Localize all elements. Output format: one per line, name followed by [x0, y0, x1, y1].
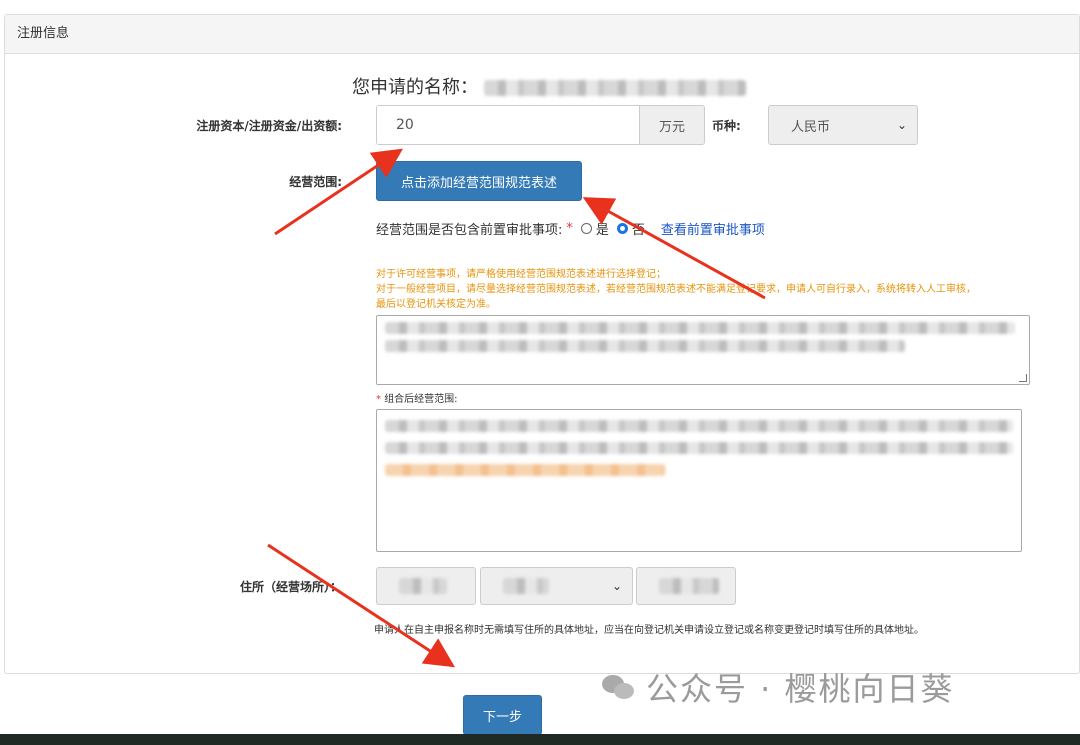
add-scope-button[interactable]: 点击添加经营范围规范表述 — [376, 161, 582, 201]
capital-input[interactable] — [377, 106, 639, 144]
scope-text-redacted-2 — [385, 340, 905, 352]
combined-text-redacted-3 — [385, 464, 665, 476]
pre-approval-label: 经营范围是否包含前置审批事项: — [376, 223, 563, 238]
scope-textarea[interactable] — [376, 315, 1030, 385]
chevron-down-icon: ⌄ — [611, 579, 622, 593]
combined-text-redacted-1 — [385, 420, 1013, 432]
currency-select[interactable]: 人民币 ⌄ — [768, 105, 918, 145]
resize-handle[interactable] — [1019, 374, 1027, 382]
currency-value: 人民币 — [791, 119, 831, 135]
combined-scope-textarea[interactable] — [376, 409, 1022, 552]
address-label: 住所（经营场所）： — [239, 580, 342, 594]
scope-note-2: 对于一般经营项目，请尽量选择经营范围规范表述，若经营范围规范表述不能满足登记要求… — [376, 284, 976, 295]
capital-input-group: 万元 — [376, 105, 705, 145]
capital-label: 注册资本/注册资金/出资额: — [196, 119, 342, 133]
scope-label: 经营范围: — [289, 175, 342, 189]
radio-yes[interactable] — [580, 223, 592, 234]
address-city-select[interactable]: ⌄ — [480, 567, 633, 605]
scope-note-1: 对于许可经营事项，请严格使用经营范围规范表述进行选择登记； — [376, 269, 666, 280]
scope-notes: 对于许可经营事项，请严格使用经营范围规范表述进行选择登记； 对于一般经营项目，请… — [376, 267, 1036, 312]
watermark: 公众号 · 樱桃向日葵 — [602, 664, 955, 710]
applied-name-label: 您申请的名称： — [352, 77, 478, 98]
view-pre-approval-link[interactable]: 查看前置审批事项 — [661, 219, 765, 238]
city-redacted — [503, 578, 549, 594]
watermark-text: 公众号 · 樱桃向日葵 — [646, 670, 955, 708]
panel-title: 注册信息 — [5, 15, 1079, 54]
combined-required-mark: * — [376, 394, 381, 405]
wechat-icon — [602, 673, 636, 701]
required-mark: * — [566, 221, 573, 236]
next-button[interactable]: 下一步 — [463, 695, 542, 735]
pre-approval-question: 经营范围是否包含前置审批事项: * 是 否 查看前置审批事项 — [376, 219, 765, 238]
combined-scope-label: 组合后经营范围: — [384, 394, 458, 405]
scope-note-3: 最后以登记机关核定为准。 — [376, 299, 496, 310]
applied-name-redacted — [483, 80, 746, 96]
combined-text-redacted-2 — [385, 442, 1013, 454]
radio-no-label: 否 — [631, 223, 645, 238]
address-province-select[interactable] — [376, 567, 476, 605]
district-redacted — [659, 578, 719, 594]
combined-scope-label-row: * 组合后经营范围: — [376, 390, 458, 405]
taskbar-strip — [0, 734, 1080, 745]
capital-unit: 万元 — [639, 106, 704, 144]
applied-name-line: 您申请的名称： — [352, 73, 746, 99]
address-hint: 申请人在自主申报名称时无需填写住所的具体地址，应当在向登记机关申请设立登记或名称… — [374, 625, 924, 636]
province-redacted — [399, 578, 447, 594]
scope-text-redacted — [385, 322, 1015, 334]
radio-no[interactable] — [616, 223, 628, 234]
chevron-down-icon: ⌄ — [896, 118, 907, 132]
currency-label: 币种: — [712, 119, 741, 133]
radio-yes-label: 是 — [595, 223, 609, 238]
address-district-select[interactable] — [636, 567, 736, 605]
